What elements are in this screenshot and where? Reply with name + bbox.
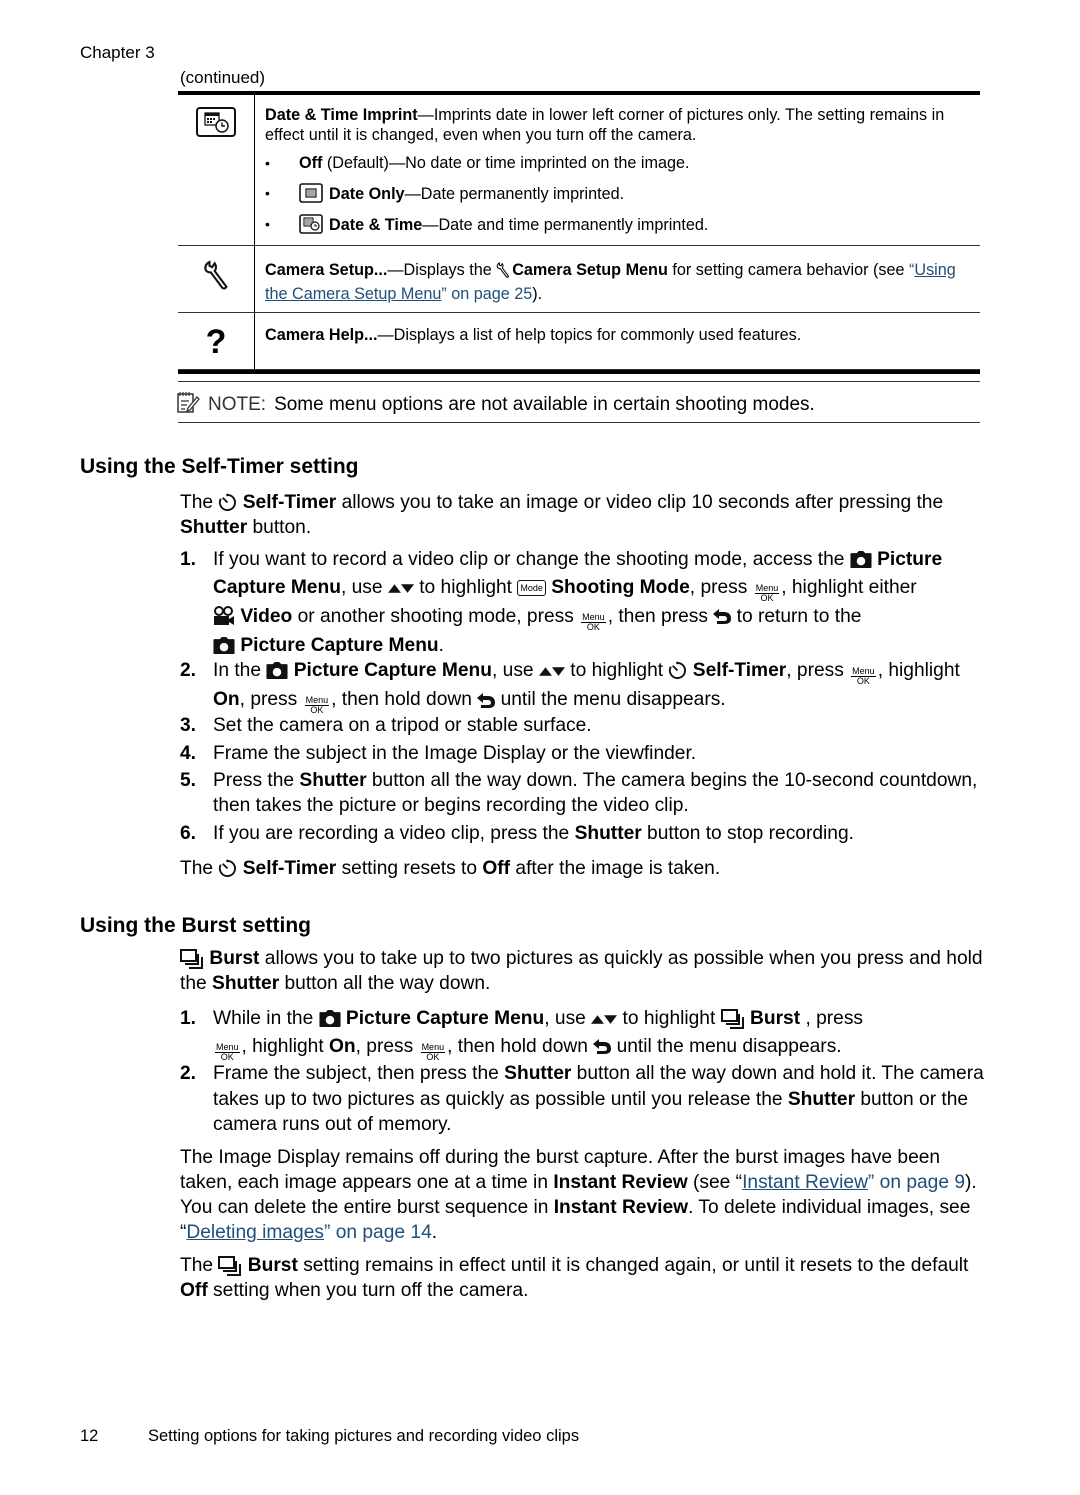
self-timer-icon xyxy=(668,661,687,680)
step-item: 4. Frame the subject in the Image Displa… xyxy=(180,743,697,764)
date-time-icon xyxy=(299,214,323,239)
chapter-label: Chapter 3 xyxy=(80,43,155,62)
footer-chapter-title: Setting options for taking pictures and … xyxy=(148,1427,580,1445)
instant-review-link[interactable]: Instant Review” on page 9 xyxy=(742,1172,965,1193)
camera-icon xyxy=(213,637,235,654)
up-down-arrows-icon xyxy=(388,582,414,593)
camera-icon xyxy=(266,662,288,679)
burst-review-paragraph: The Image Display remains off during the… xyxy=(180,1147,977,1243)
camera-help-title: Camera Help... xyxy=(265,326,378,344)
note-text: Some menu options are not available in c… xyxy=(274,394,815,415)
step-item: 2. In the Picture Capture Menu, use to h… xyxy=(180,660,960,715)
table-bottom-rule xyxy=(178,370,980,374)
note-box: NOTE: Some menu options are not availabl… xyxy=(176,381,980,423)
self-timer-intro: The Self-Timer allows you to take an ima… xyxy=(180,492,944,538)
section-heading-burst: Using the Burst setting xyxy=(80,914,312,937)
table-row: ? Camera Help...—Displays a list of help… xyxy=(178,313,980,370)
bullet: • xyxy=(265,216,270,232)
burst-intro: Burst allows you to take up to two pictu… xyxy=(180,948,983,994)
menu-ok-button-icon: Menu OK xyxy=(851,666,876,686)
table-continued-label: (continued) xyxy=(180,68,266,87)
camera-icon xyxy=(319,1010,341,1027)
table-row: Date & Time Imprint—Imprints date in low… xyxy=(178,95,980,246)
camera-icon xyxy=(850,551,872,568)
menu-options-table: Date & Time Imprint—Imprints date in low… xyxy=(178,91,980,374)
note-label: NOTE: xyxy=(208,394,267,415)
section-heading-self-timer: Using the Self-Timer setting xyxy=(80,455,359,478)
page-number: 12 xyxy=(80,1427,99,1445)
date-time-imprint-icon xyxy=(196,107,236,245)
question-icon: ? xyxy=(205,323,227,361)
self-timer-icon xyxy=(218,859,237,878)
menu-ok-button-icon: Menu OK xyxy=(581,611,606,632)
step-item: 5. Press the Shutter button all the way … xyxy=(180,770,978,816)
bullet: • xyxy=(265,155,270,171)
step-item: 3. Set the camera on a tripod or stable … xyxy=(180,715,592,736)
bullet: • xyxy=(265,185,270,201)
step-item: 1. While in the Picture Capture Menu, us… xyxy=(180,1008,864,1062)
wrench-icon xyxy=(496,261,510,284)
up-down-arrows-icon xyxy=(539,665,565,676)
table-row: Camera Setup...—Displays the Camera Setu… xyxy=(178,246,980,313)
self-timer-outro: The Self-Timer setting resets to Off aft… xyxy=(180,858,721,879)
deleting-images-link[interactable]: Deleting images” on page 14 xyxy=(186,1222,431,1243)
back-arrow-icon xyxy=(713,608,731,624)
list-item: • Date Only—Date permanently imprinted. xyxy=(265,183,980,208)
up-down-arrows-icon xyxy=(591,1013,617,1024)
burst-icon xyxy=(180,949,204,969)
wrench-icon xyxy=(203,258,229,312)
self-timer-icon xyxy=(218,493,237,512)
list-item: • Date & Time—Date and time permanently … xyxy=(265,214,980,239)
date-time-imprint-description: Date & Time Imprint—Imprints date in low… xyxy=(265,106,945,144)
menu-ok-button-icon: Menu OK xyxy=(215,1041,240,1062)
menu-ok-button-icon: Menu OK xyxy=(420,1041,446,1062)
mode-icon: Mode xyxy=(517,579,546,596)
step-item: 1. If you want to record a video clip or… xyxy=(180,549,943,656)
date-time-imprint-title: Date & Time Imprint xyxy=(265,106,418,124)
step-item: 6. If you are recording a video clip, pr… xyxy=(180,823,854,844)
video-icon xyxy=(213,606,235,626)
date-only-icon xyxy=(299,183,323,208)
burst-icon xyxy=(218,1256,242,1276)
back-arrow-icon xyxy=(593,1038,611,1054)
step-item: 2. Frame the subject, then press the Shu… xyxy=(180,1063,984,1135)
burst-icon xyxy=(721,1009,745,1029)
menu-ok-button-icon: Menu OK xyxy=(754,582,780,603)
burst-outro: The Burst setting remains in effect unti… xyxy=(180,1255,969,1301)
note-icon xyxy=(176,390,200,420)
camera-setup-title: Camera Setup... xyxy=(265,261,388,279)
list-item: • Off (Default)—No date or time imprinte… xyxy=(265,154,690,172)
back-arrow-icon xyxy=(477,692,495,708)
